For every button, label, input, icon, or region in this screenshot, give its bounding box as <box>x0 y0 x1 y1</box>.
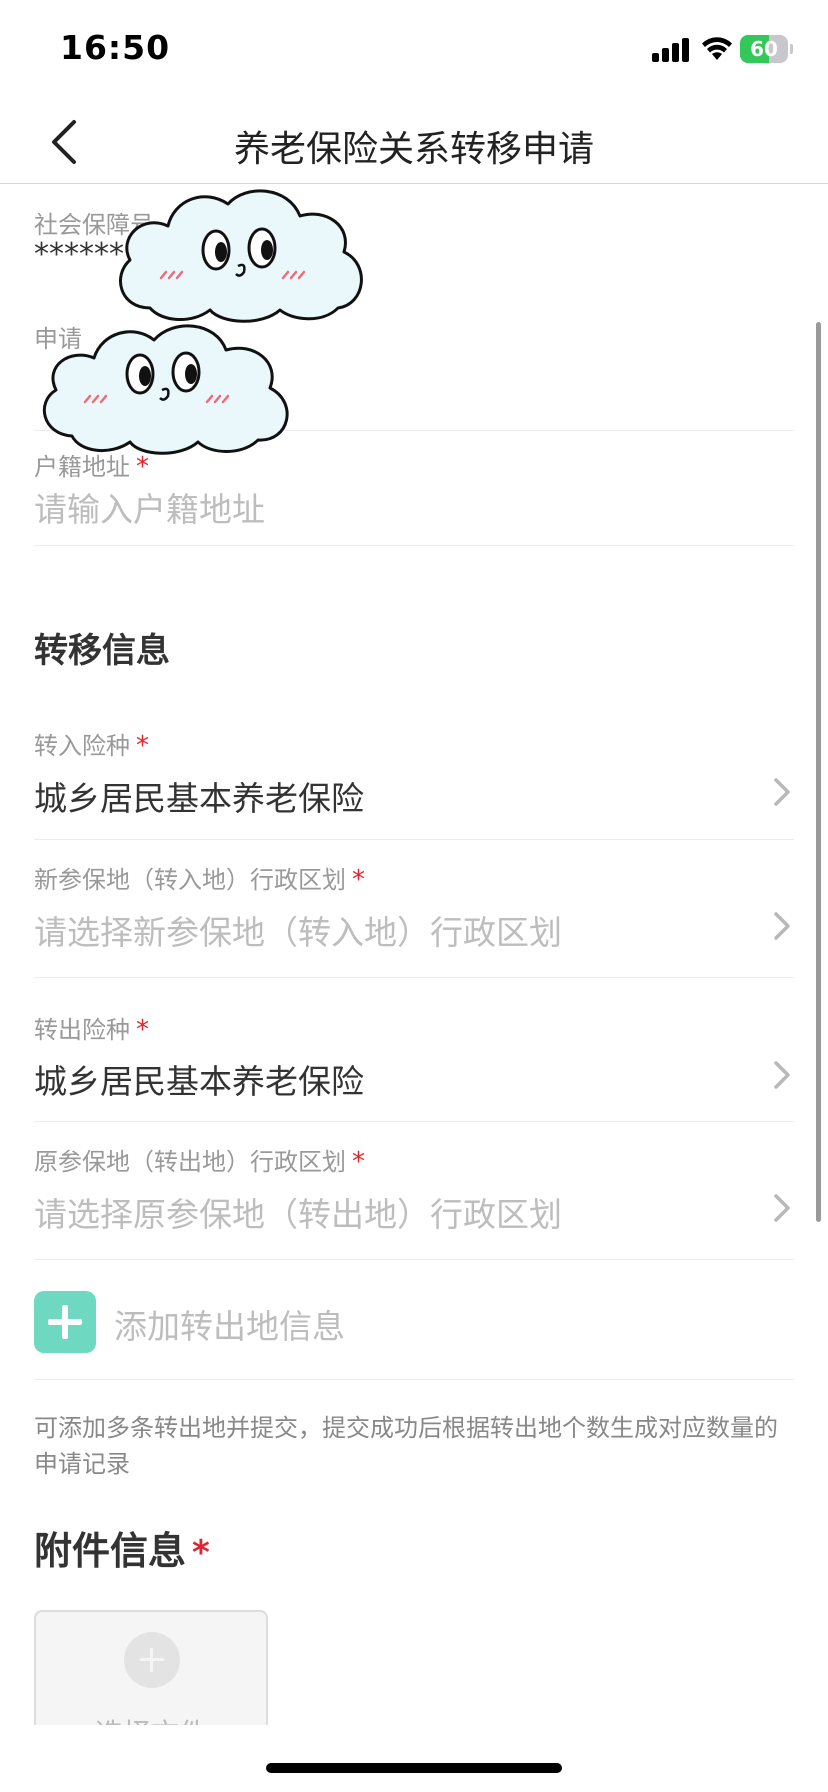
attachment-section-title: 附件信息 <box>34 1529 187 1573</box>
plus-icon <box>34 1291 96 1353</box>
upload-file-button[interactable]: 选择文件 <box>34 1610 268 1725</box>
new-region-select[interactable]: 请选择新参保地（转入地）行政区划 <box>34 906 562 954</box>
original-region-field[interactable]: 原参保地（转出地）行政区划 * 请选择原参保地（转出地）行政区划 <box>34 1122 794 1260</box>
add-transfer-out-button[interactable]: 添加转出地信息 <box>34 1278 794 1380</box>
nav-bar: 养老保险关系转移申请 <box>0 100 828 184</box>
battery-level: 60 <box>750 37 778 61</box>
chevron-right-icon <box>774 1194 790 1222</box>
household-address-input[interactable]: 请输入户籍地址 <box>34 483 265 531</box>
ssn-value: ****** <box>34 237 124 272</box>
chevron-right-icon <box>774 778 790 806</box>
transfer-in-type-value: 城乡居民基本养老保险 <box>34 779 364 818</box>
page-title: 养老保险关系转移申请 <box>233 129 594 170</box>
transfer-in-type-label: 转入险种 <box>34 732 130 760</box>
required-mark: * <box>352 1147 365 1177</box>
scrollbar[interactable] <box>816 322 821 1222</box>
upload-file-label: 选择文件 <box>36 1712 266 1725</box>
plus-circle-icon <box>124 1632 180 1688</box>
status-time: 16:50 <box>60 28 171 67</box>
original-region-label: 原参保地（转出地）行政区划 <box>34 1148 346 1176</box>
status-bar: 16:50 60 <box>0 0 828 100</box>
required-mark: * <box>136 731 149 761</box>
add-transfer-out-label: 添加转出地信息 <box>114 1307 345 1346</box>
multi-transfer-hint: 可添加多条转出地并提交，提交成功后根据转出地个数生成对应数量的申请记录 <box>34 1414 778 1478</box>
original-region-select[interactable]: 请选择原参保地（转出地）行政区划 <box>34 1188 562 1236</box>
cloud-sticker <box>119 189 363 323</box>
chevron-right-icon <box>774 1061 790 1089</box>
required-mark: * <box>192 1533 210 1573</box>
transfer-section-title: 转移信息 <box>34 631 170 671</box>
chevron-right-icon <box>774 912 790 940</box>
required-mark: * <box>136 1015 149 1045</box>
required-mark: * <box>352 865 365 895</box>
cellular-signal-icon <box>652 38 692 62</box>
cloud-sticker <box>42 324 289 455</box>
new-region-field[interactable]: 新参保地（转入地）行政区划 * 请选择新参保地（转入地）行政区划 <box>34 840 794 978</box>
battery-icon: 60 <box>740 35 793 63</box>
wifi-icon <box>702 37 732 60</box>
home-indicator[interactable] <box>266 1763 562 1773</box>
new-region-label: 新参保地（转入地）行政区划 <box>34 866 346 894</box>
transfer-in-type-field[interactable]: 转入险种 * 城乡居民基本养老保险 <box>34 710 794 840</box>
transfer-out-type-field[interactable]: 转出险种 * 城乡居民基本养老保险 <box>34 978 794 1122</box>
transfer-out-type-label: 转出险种 <box>34 1016 130 1044</box>
transfer-out-type-value: 城乡居民基本养老保险 <box>34 1062 364 1101</box>
